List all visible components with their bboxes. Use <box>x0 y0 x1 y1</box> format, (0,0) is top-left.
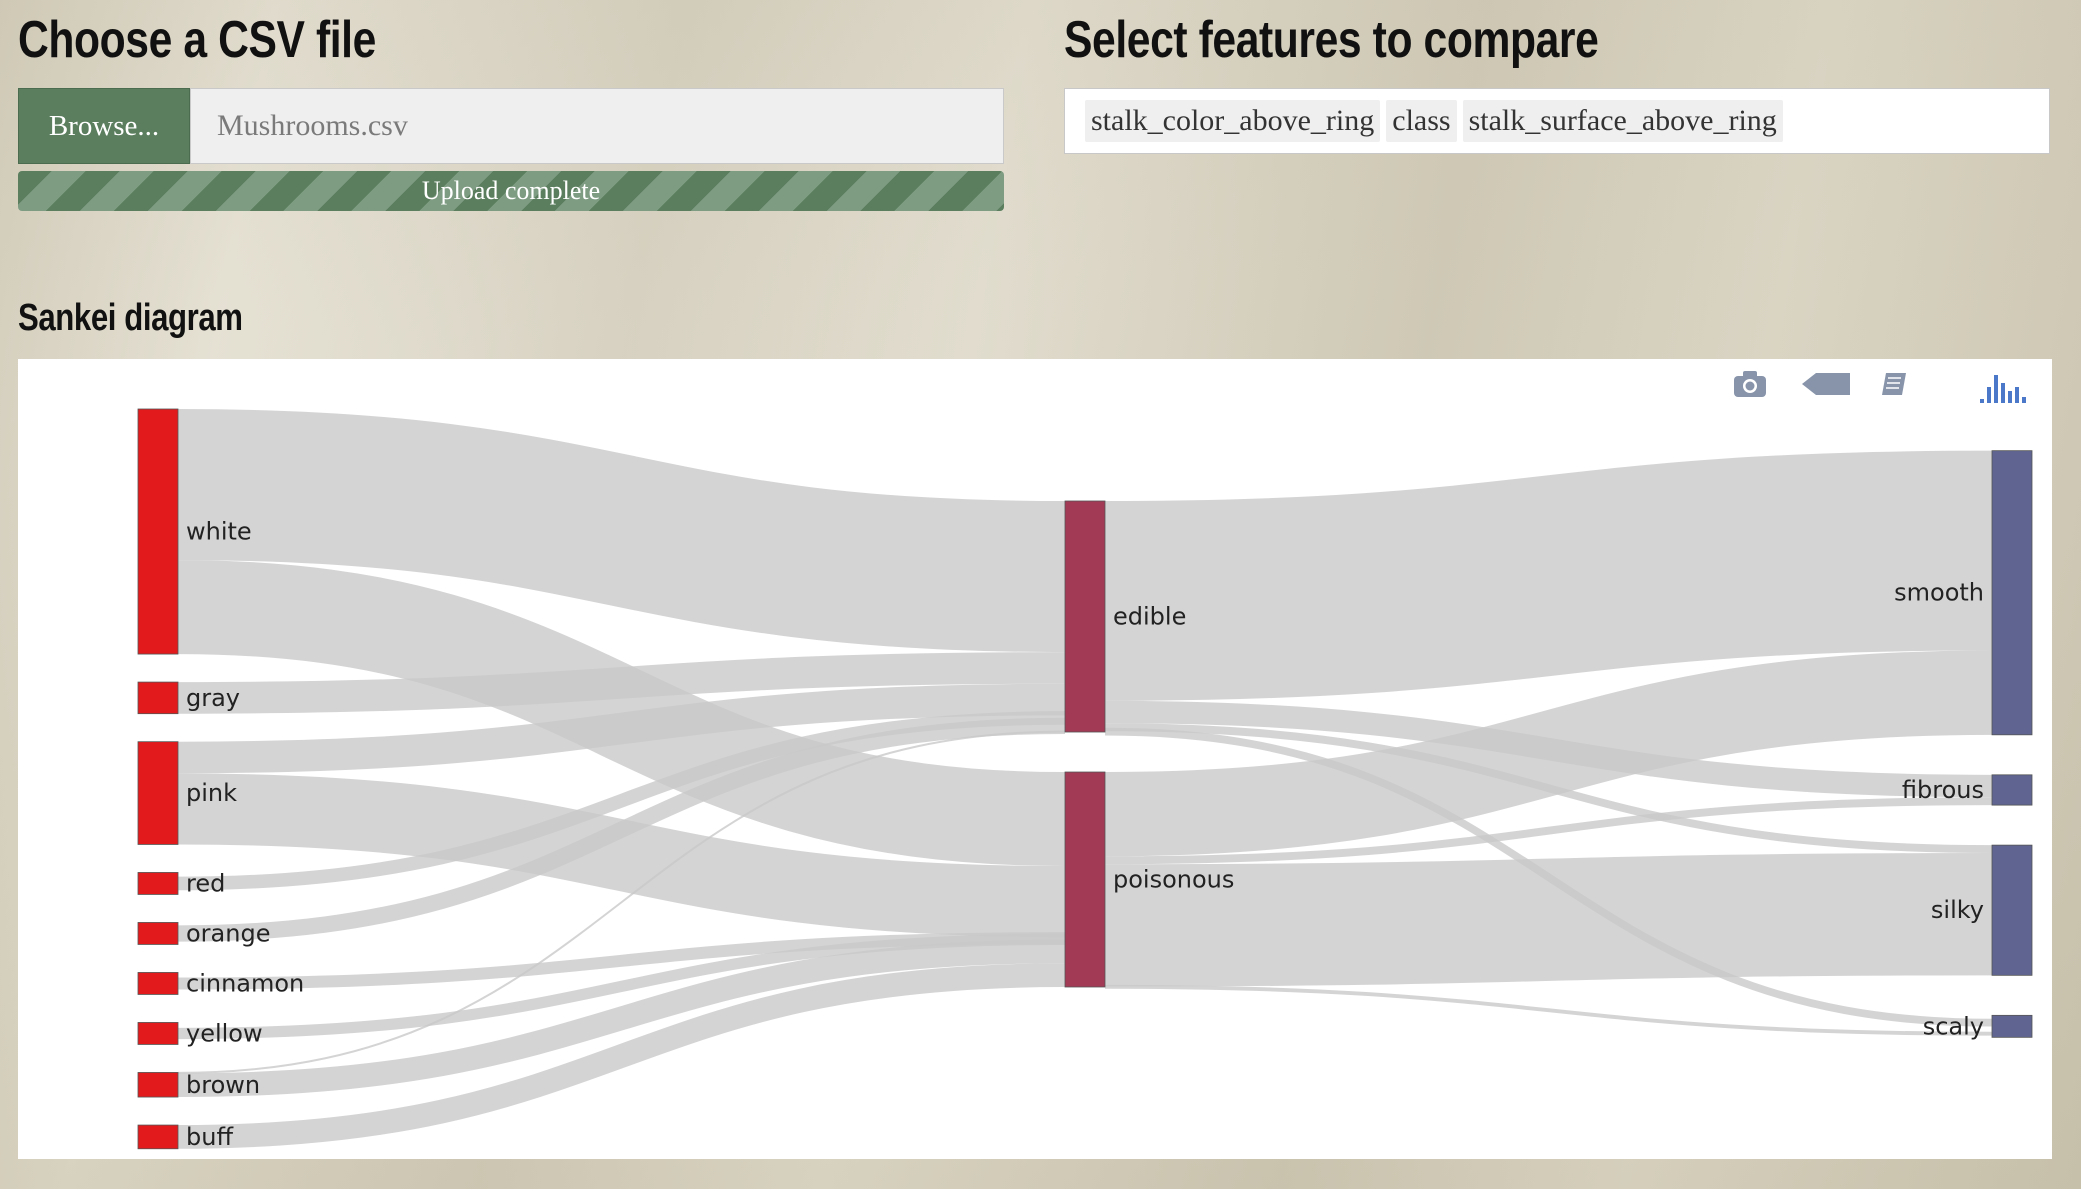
sankey-link-edible-smooth[interactable] <box>1104 450 1993 701</box>
feature-tag[interactable]: class <box>1386 100 1457 142</box>
sankey-node-brown[interactable] <box>137 1072 179 1098</box>
sankey-node-smooth[interactable] <box>1991 450 2033 736</box>
sankey-link-buff-poisonous[interactable] <box>177 963 1066 1149</box>
sankey-node-label: poisonous <box>1113 866 1234 894</box>
sankey-node-label: pink <box>186 779 237 807</box>
sankey-node-label: red <box>186 869 225 897</box>
sankey-node-label: buff <box>186 1123 233 1151</box>
progress-label: Upload complete <box>421 176 601 205</box>
sankey-node-label: smooth <box>1894 579 1984 607</box>
sankey-node-scaly[interactable] <box>1991 1014 2033 1038</box>
sankey-node-label: brown <box>186 1071 260 1099</box>
modebar <box>1732 369 2052 409</box>
sankey-node-label: fibrous <box>1902 776 1984 804</box>
csv-heading: Choose a CSV file <box>18 11 376 69</box>
sankey-node-cinnamon[interactable] <box>137 972 179 995</box>
file-input-group: Browse... Mushrooms.csv <box>18 88 1004 164</box>
feature-tag[interactable]: stalk_color_above_ring <box>1085 100 1381 142</box>
feature-tag[interactable]: stalk_surface_above_ring <box>1462 100 1783 142</box>
sankey-node-orange[interactable] <box>137 922 179 945</box>
feature-select-input[interactable]: stalk_color_above_ring class stalk_surfa… <box>1064 88 2050 154</box>
sankey-node-label: cinnamon <box>186 969 304 997</box>
sankey-node-poisonous[interactable] <box>1064 771 1106 988</box>
sankey-node-label: scaly <box>1923 1012 1984 1040</box>
sankey-node-label: silky <box>1931 896 1984 924</box>
tag-icon[interactable] <box>1800 369 1852 404</box>
sankey-node-white[interactable] <box>137 408 179 655</box>
sankey-node-label: white <box>186 518 252 546</box>
upload-progress-bar: Upload complete <box>18 171 1004 211</box>
sankey-svg: white gray pink red orange cinnamon yellow brow… <box>137 408 2033 1151</box>
sankey-node-label: orange <box>186 919 270 947</box>
sankey-heading: Sankei diagram <box>18 297 243 339</box>
sankey-node-red[interactable] <box>137 872 179 895</box>
book-icon[interactable] <box>1880 369 1910 404</box>
plotly-logo-icon[interactable] <box>1978 369 2030 410</box>
sankey-link-white-edible[interactable] <box>177 409 1066 653</box>
sankey-node-edible[interactable] <box>1064 500 1106 733</box>
sankey-node-gray[interactable] <box>137 681 179 715</box>
browse-button[interactable]: Browse... <box>18 88 190 164</box>
sankey-link-poisonous-silky[interactable] <box>1104 853 1993 987</box>
sankey-node-buff[interactable] <box>137 1124 179 1150</box>
features-heading: Select features to compare <box>1064 11 1599 69</box>
sankey-plot: white gray pink red orange cinnamon yellow brow… <box>18 359 2052 1159</box>
sankey-node-label: gray <box>186 684 240 712</box>
camera-icon[interactable] <box>1732 369 1768 404</box>
sankey-node-label: edible <box>1113 603 1186 631</box>
sankey-node-fibrous[interactable] <box>1991 774 2033 806</box>
sankey-node-yellow[interactable] <box>137 1022 179 1045</box>
sankey-node-silky[interactable] <box>1991 844 2033 976</box>
sankey-node-label: yellow <box>186 1019 263 1047</box>
file-name-field[interactable]: Mushrooms.csv <box>190 88 1004 164</box>
sankey-node-pink[interactable] <box>137 741 179 845</box>
